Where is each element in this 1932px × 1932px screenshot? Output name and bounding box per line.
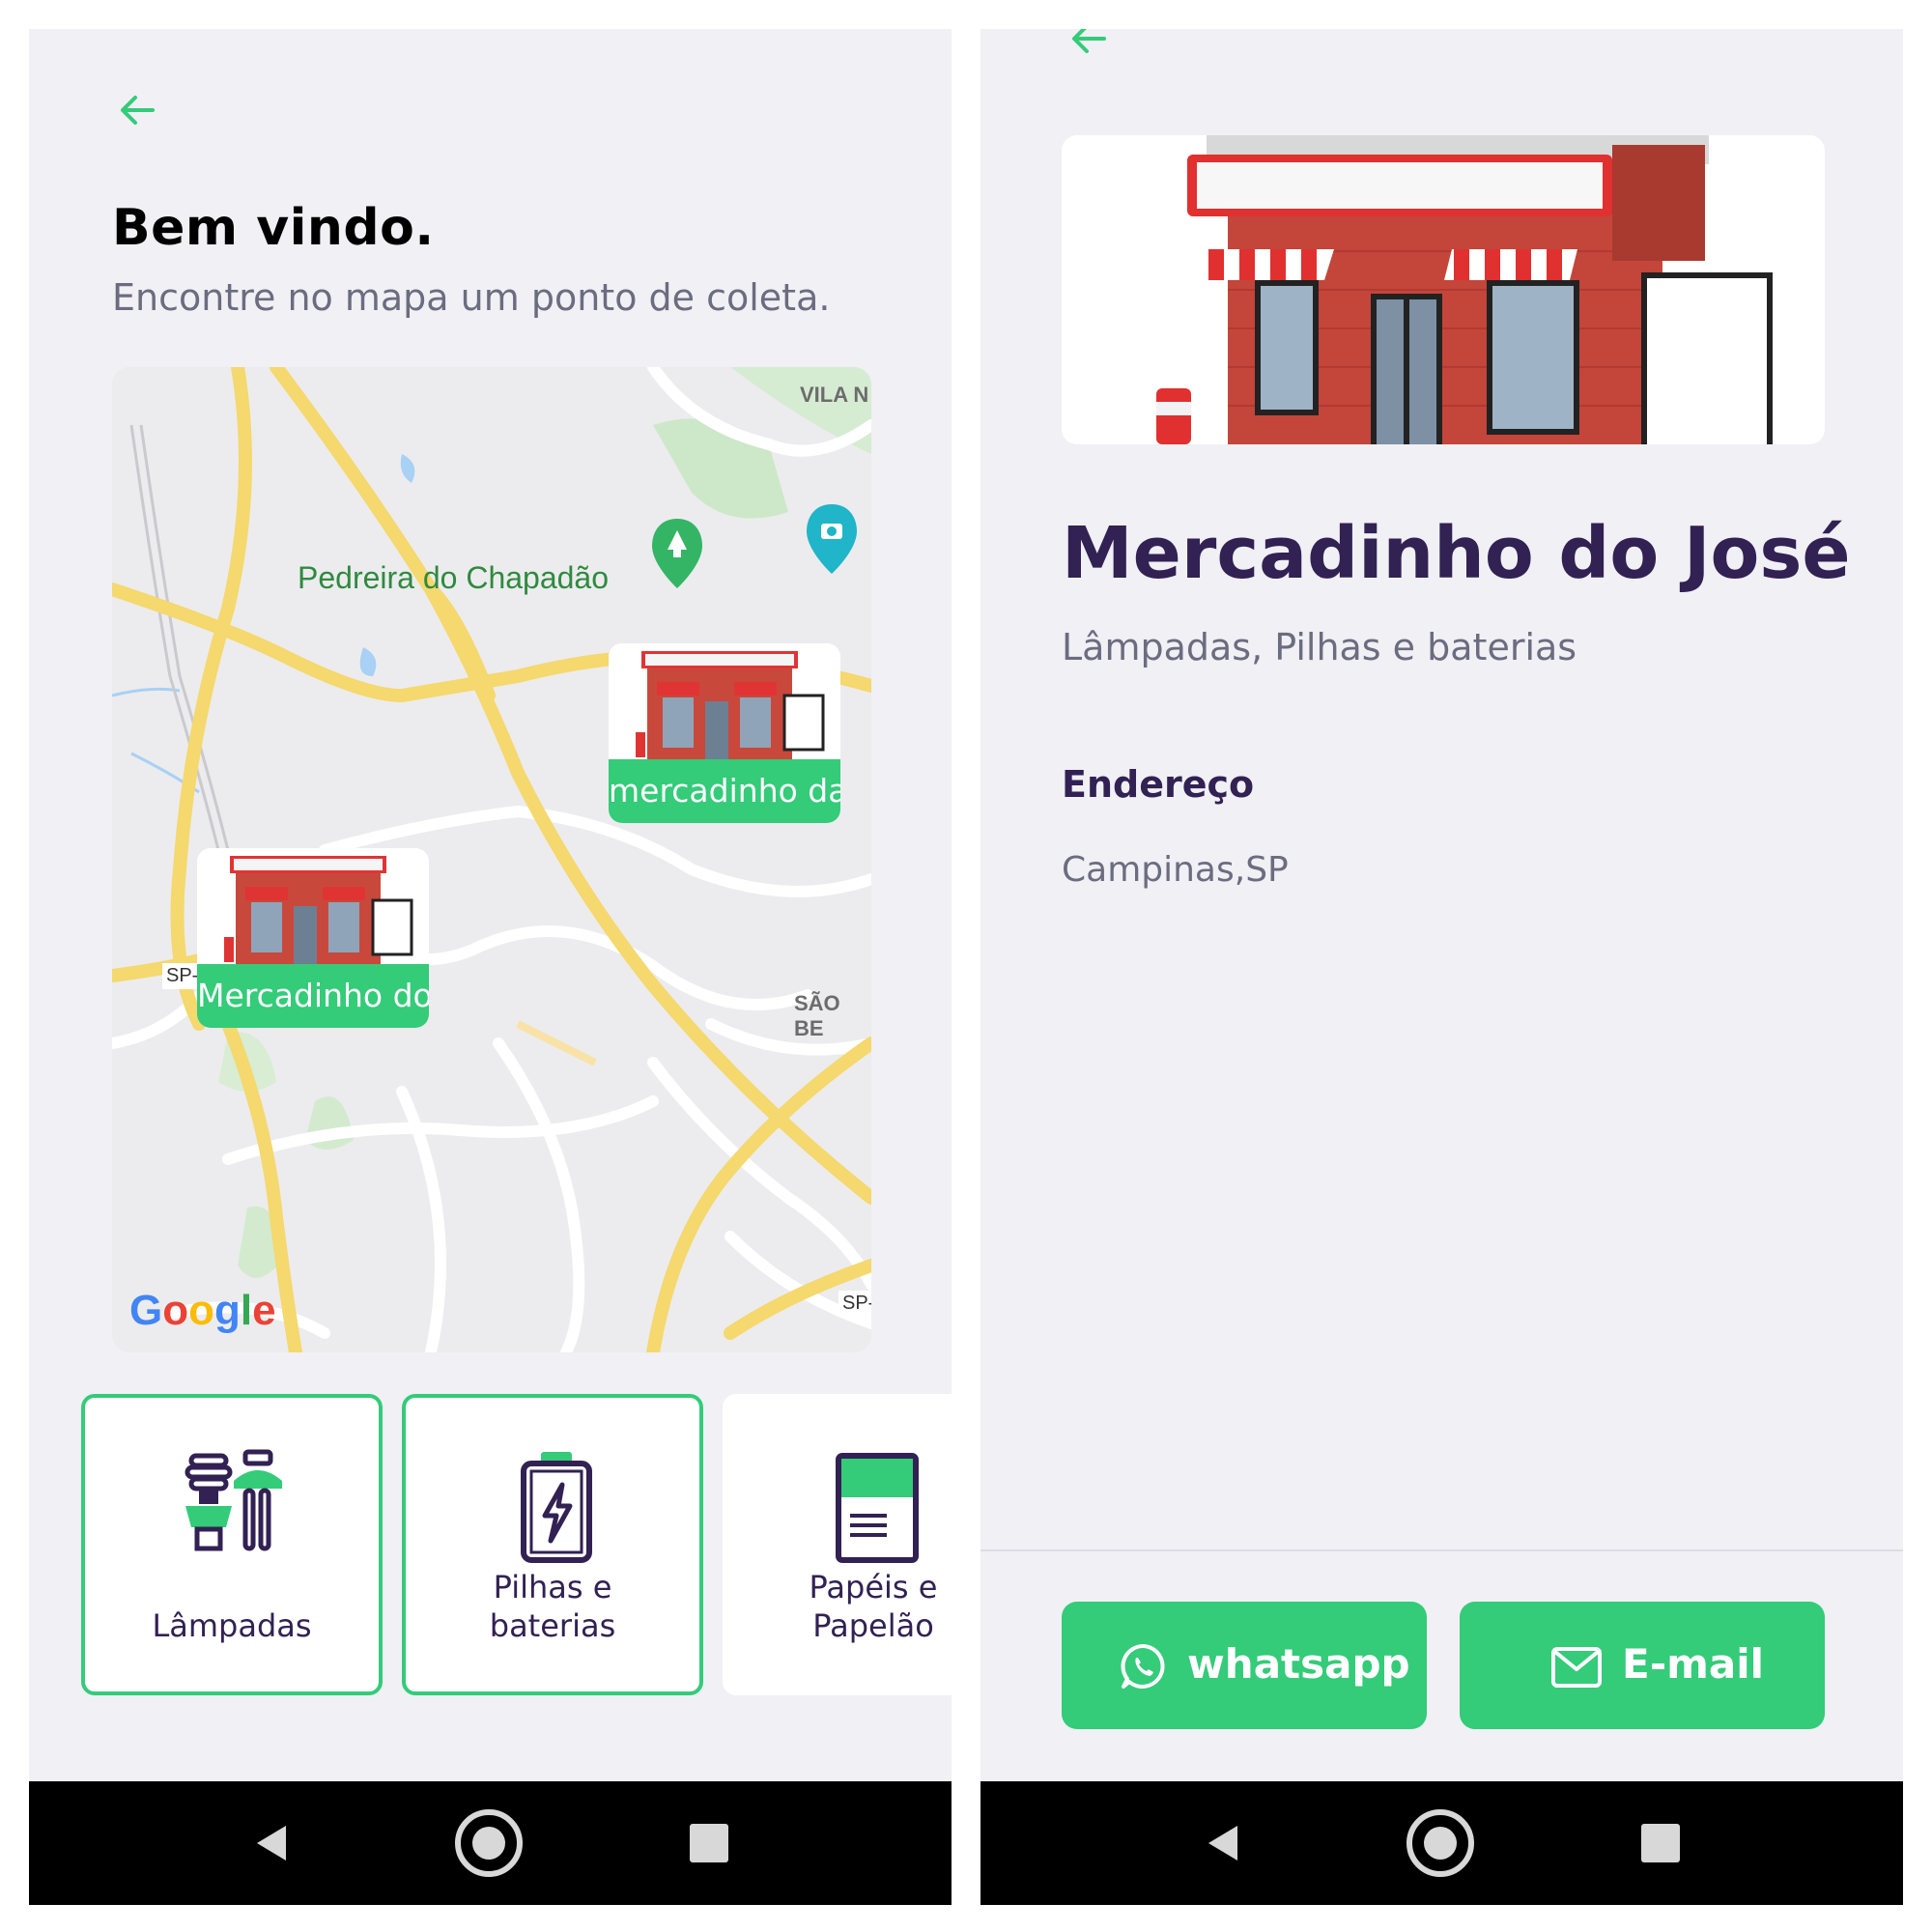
whatsapp-label: whatsapp	[1187, 1640, 1410, 1688]
nav-back-icon[interactable]	[243, 1814, 301, 1872]
neighborhood-label-sao-bento: SÃO BE	[794, 991, 840, 1040]
points-screen: Bem vindo. Encontre no mapa um ponto de …	[29, 29, 952, 1905]
point-name: Mercadinho do José	[1062, 512, 1851, 595]
footer-divider	[980, 1549, 1903, 1551]
arrow-left-icon	[1072, 29, 1106, 53]
road-shield-right: SP-	[838, 1291, 871, 1317]
paper-icon	[836, 1453, 919, 1563]
map-marker[interactable]: Mercadinho do	[197, 848, 429, 1028]
arrow-left-icon	[121, 96, 155, 125]
item-papeis-papelao[interactable]: Papéis e Papelão	[723, 1394, 952, 1695]
nav-recents-icon[interactable]	[1632, 1814, 1690, 1872]
nav-back-icon[interactable]	[1195, 1814, 1253, 1872]
item-lampadas[interactable]: Lâmpadas	[81, 1394, 383, 1695]
item-label: Pilhas e	[493, 1569, 612, 1605]
items-list: Lâmpadas Pilhas e baterias Papéis e Pape…	[81, 1394, 952, 1703]
back-button[interactable]	[116, 89, 158, 135]
store-thumbnail	[609, 643, 840, 759]
battery-icon	[521, 1452, 592, 1563]
address-value: Campinas,SP	[1062, 850, 1289, 890]
park-pin	[652, 519, 702, 588]
mail-icon	[1551, 1647, 1602, 1688]
lamp-icon	[185, 1449, 282, 1551]
whatsapp-icon	[1121, 1643, 1165, 1689]
marker-label: mercadinho da	[609, 759, 840, 823]
nav-recents-icon[interactable]	[680, 1814, 738, 1872]
park-label: Pedreira do Chapadão	[298, 560, 610, 595]
email-button[interactable]: E-mail	[1460, 1602, 1825, 1729]
detail-screen: Mercadinho do José Lâmpadas, Pilhas e ba…	[980, 29, 1903, 1905]
whatsapp-button[interactable]: whatsapp	[1062, 1602, 1427, 1729]
item-label-line2: Papelão	[812, 1607, 934, 1644]
point-items: Lâmpadas, Pilhas e baterias	[1062, 626, 1577, 668]
item-label: Papéis e	[809, 1569, 938, 1605]
email-label: E-mail	[1622, 1640, 1765, 1688]
store-illustration	[1062, 135, 1825, 444]
point-image	[1062, 135, 1825, 444]
back-button[interactable]	[1067, 29, 1110, 64]
marker-label: Mercadinho do	[197, 964, 429, 1028]
neighborhood-label-vila: VILA N	[800, 383, 869, 407]
map[interactable]: Pedreira do Chapadão VILA N SÃO BE SP- S…	[112, 367, 871, 1352]
system-nav-bar	[29, 1781, 952, 1905]
store-thumbnail	[197, 848, 429, 964]
map-marker[interactable]: mercadinho da	[609, 643, 840, 823]
address-title: Endereço	[1062, 763, 1255, 806]
nav-home-icon[interactable]	[1404, 1806, 1477, 1880]
item-pilhas-baterias[interactable]: Pilhas e baterias	[402, 1394, 703, 1695]
welcome-title: Bem vindo.	[112, 199, 435, 257]
item-label-line2: baterias	[489, 1607, 616, 1644]
nav-home-icon[interactable]	[452, 1806, 526, 1880]
system-nav-bar	[980, 1781, 1903, 1905]
camera-pin	[807, 504, 857, 574]
item-label: Lâmpadas	[152, 1607, 312, 1644]
google-logo: Google	[129, 1287, 276, 1334]
welcome-subtitle: Encontre no mapa um ponto de coleta.	[112, 276, 831, 319]
